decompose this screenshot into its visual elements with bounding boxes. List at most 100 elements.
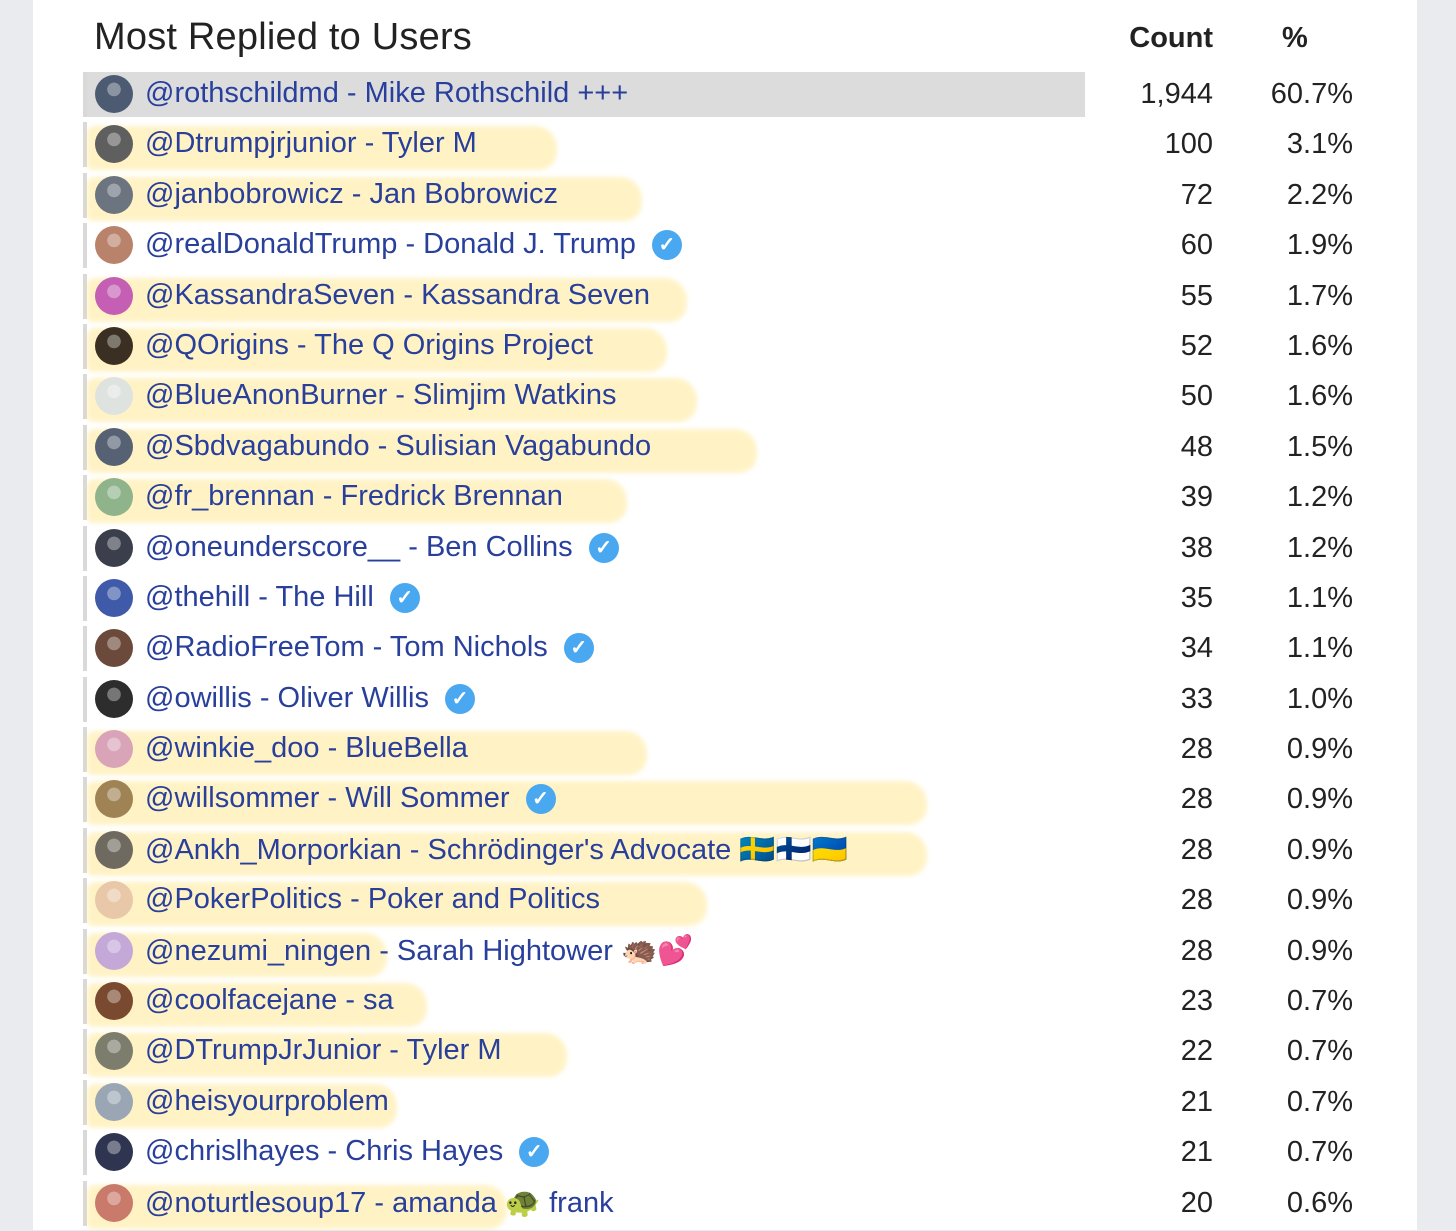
table-row[interactable]: @oneunderscore__ - Ben Collins ✓ 38 1.2%	[33, 525, 1417, 576]
table-row[interactable]: @Dtrumpjrjunior - Tyler M 100 3.1%	[33, 122, 1417, 172]
percent-cell: 1.2%	[1286, 481, 1353, 514]
user-cell[interactable]: @QOrigins - The Q Origins Project	[83, 323, 1085, 372]
user-link[interactable]: @rothschildmd - Mike Rothschild +++	[145, 77, 628, 110]
user-link[interactable]: @winkie_doo - BlueBella	[145, 732, 468, 765]
user-cell[interactable]: @thehill - The Hill ✓	[83, 575, 1085, 621]
avatar-icon[interactable]	[95, 1082, 133, 1121]
user-cell[interactable]: @KassandraSeven - Kassandra Seven	[83, 273, 1085, 322]
avatar-icon[interactable]	[95, 1183, 133, 1222]
user-link[interactable]: @thehill - The Hill ✓	[145, 581, 420, 614]
user-link[interactable]: @Ankh_Morporkian - Schrödinger's Advocat…	[145, 833, 848, 867]
table-row[interactable]: @thehill - The Hill ✓ 35 1.1%	[33, 575, 1417, 626]
avatar-icon[interactable]	[95, 578, 133, 617]
user-link[interactable]: @Sbdvagabundo - Sulisian Vagabundo	[145, 430, 651, 463]
count-cell: 38	[1180, 531, 1213, 564]
user-cell[interactable]: @winkie_doo - BlueBella	[83, 727, 1085, 776]
table-row[interactable]: @QOrigins - The Q Origins Project 52 1.6%	[33, 323, 1417, 374]
user-cell[interactable]: @Sbdvagabundo - Sulisian Vagabundo	[83, 424, 1085, 473]
user-cell[interactable]: @Ankh_Morporkian - Schrödinger's Advocat…	[83, 827, 1085, 876]
user-link[interactable]: @heisyourproblem	[145, 1085, 389, 1118]
count-cell: 55	[1180, 279, 1213, 312]
avatar-icon[interactable]	[95, 931, 133, 970]
user-link[interactable]: @RadioFreeTom - Tom Nichols ✓	[145, 631, 594, 664]
user-link[interactable]: @owillis - Oliver Willis ✓	[145, 682, 475, 715]
user-link[interactable]: @oneunderscore__ - Ben Collins ✓	[145, 531, 619, 564]
avatar-icon[interactable]	[95, 226, 133, 265]
avatar-icon[interactable]	[95, 478, 133, 517]
table-row[interactable]: @Sbdvagabundo - Sulisian Vagabundo 48 1.5%	[33, 424, 1417, 475]
table-row[interactable]: @janbobrowicz - Jan Bobrowicz 72 2.2%	[33, 172, 1417, 223]
avatar-icon[interactable]	[95, 730, 133, 769]
user-link[interactable]: @chrislhayes - Chris Hayes ✓	[145, 1135, 550, 1168]
avatar-icon[interactable]	[95, 1133, 133, 1172]
user-handle-name: @chrislhayes - Chris Hayes	[145, 1135, 504, 1168]
user-cell[interactable]: @RadioFreeTom - Tom Nichols ✓	[83, 626, 1085, 672]
user-handle-name: @oneunderscore__ - Ben Collins	[145, 530, 573, 563]
table-row[interactable]: @Ankh_Morporkian - Schrödinger's Advocat…	[33, 827, 1417, 878]
avatar-icon[interactable]	[95, 629, 133, 668]
table-row[interactable]: @realDonaldTrump - Donald J. Trump ✓ 60 1.9…	[33, 223, 1417, 273]
user-cell[interactable]: @willsommer - Will Sommer ✓	[83, 777, 1085, 826]
user-cell[interactable]: @PokerPolitics - Poker and Politics	[83, 878, 1085, 927]
table-row[interactable]: @DTrumpJrJunior - Tyler M 22 0.7%	[33, 1029, 1417, 1079]
table-row[interactable]: @noturtlesoup17 - amanda 🐢 frank 20 0.6%	[33, 1180, 1417, 1231]
table-row[interactable]: @KassandraSeven - Kassandra Seven 55 1.7%	[33, 273, 1417, 324]
avatar-icon[interactable]	[95, 326, 133, 365]
user-link[interactable]: @nezumi_ningen - Sarah Hightower 🦔💕	[145, 934, 693, 968]
user-link[interactable]: @QOrigins - The Q Origins Project	[145, 329, 593, 362]
user-cell[interactable]: @janbobrowicz - Jan Bobrowicz	[83, 172, 1085, 221]
user-cell[interactable]: @owillis - Oliver Willis ✓	[83, 676, 1085, 722]
user-link[interactable]: @DTrumpJrJunior - Tyler M	[145, 1034, 502, 1067]
user-link[interactable]: @Dtrumpjrjunior - Tyler M	[145, 127, 477, 160]
table-row[interactable]: @rothschildmd - Mike Rothschild +++ 1,944…	[33, 72, 1417, 122]
table-row[interactable]: @BlueAnonBurner - Slimjim Watkins 50 1.6%	[33, 374, 1417, 424]
user-cell[interactable]: @rothschildmd - Mike Rothschild +++	[83, 72, 1085, 117]
avatar-icon[interactable]	[95, 679, 133, 718]
user-cell[interactable]: @heisyourproblem	[83, 1079, 1085, 1128]
count-column-header[interactable]: Count	[1129, 22, 1213, 55]
avatar-icon[interactable]	[95, 175, 133, 214]
avatar-icon[interactable]	[95, 75, 133, 113]
user-link[interactable]: @willsommer - Will Sommer ✓	[145, 782, 556, 815]
table-row[interactable]: @fr_brennan - Fredrick Brennan 39 1.2%	[33, 475, 1417, 525]
user-link[interactable]: @janbobrowicz - Jan Bobrowicz	[145, 178, 558, 211]
avatar-icon[interactable]	[95, 881, 133, 920]
user-link[interactable]: @noturtlesoup17 - amanda 🐢 frank	[145, 1186, 614, 1220]
count-cell: 21	[1180, 1136, 1213, 1169]
user-link[interactable]: @realDonaldTrump - Donald J. Trump ✓	[145, 228, 682, 261]
user-cell[interactable]: @coolfacejane - sa	[83, 979, 1085, 1028]
avatar-icon[interactable]	[95, 982, 133, 1021]
user-link[interactable]: @coolfacejane - sa	[145, 984, 394, 1017]
percent-column-header[interactable]: %	[1282, 22, 1308, 55]
user-cell[interactable]: @BlueAnonBurner - Slimjim Watkins	[83, 374, 1085, 423]
table-row[interactable]: @coolfacejane - sa 23 0.7%	[33, 979, 1417, 1029]
count-cell: 28	[1180, 833, 1213, 866]
user-cell[interactable]: @oneunderscore__ - Ben Collins ✓	[83, 525, 1085, 571]
table-row[interactable]: @winkie_doo - BlueBella 28 0.9%	[33, 727, 1417, 777]
user-cell[interactable]: @nezumi_ningen - Sarah Hightower 🦔💕	[83, 928, 1085, 977]
user-cell[interactable]: @noturtlesoup17 - amanda 🐢 frank	[83, 1180, 1085, 1229]
table-row[interactable]: @owillis - Oliver Willis ✓ 33 1.0%	[33, 676, 1417, 727]
table-row[interactable]: @willsommer - Will Sommer ✓ 28 0.9%	[33, 777, 1417, 827]
table-row[interactable]: @nezumi_ningen - Sarah Hightower 🦔💕 28 0.9…	[33, 928, 1417, 979]
user-cell[interactable]: @DTrumpJrJunior - Tyler M	[83, 1029, 1085, 1078]
user-handle-name: @PokerPolitics - Poker and Politics	[145, 883, 600, 916]
table-row[interactable]: @RadioFreeTom - Tom Nichols ✓ 34 1.1%	[33, 626, 1417, 676]
table-row[interactable]: @heisyourproblem 21 0.7%	[33, 1079, 1417, 1130]
user-link[interactable]: @PokerPolitics - Poker and Politics	[145, 883, 600, 916]
user-cell[interactable]: @fr_brennan - Fredrick Brennan	[83, 475, 1085, 524]
avatar-icon[interactable]	[95, 528, 133, 567]
avatar-icon[interactable]	[95, 830, 133, 869]
user-cell[interactable]: @realDonaldTrump - Donald J. Trump ✓	[83, 223, 1085, 269]
user-link[interactable]: @BlueAnonBurner - Slimjim Watkins	[145, 379, 617, 412]
avatar-icon[interactable]	[95, 276, 133, 315]
table-row[interactable]: @chrislhayes - Chris Hayes ✓ 21 0.7%	[33, 1130, 1417, 1180]
user-cell[interactable]: @chrislhayes - Chris Hayes ✓	[83, 1130, 1085, 1176]
user-link[interactable]: @fr_brennan - Fredrick Brennan	[145, 480, 563, 513]
user-link[interactable]: @KassandraSeven - Kassandra Seven	[145, 279, 650, 312]
avatar-icon[interactable]	[95, 427, 133, 466]
table-row[interactable]: @PokerPolitics - Poker and Politics 28 0.9…	[33, 878, 1417, 928]
user-handle-name: @heisyourproblem	[145, 1084, 389, 1117]
user-handle-name: @BlueAnonBurner - Slimjim Watkins	[145, 379, 617, 412]
user-cell[interactable]: @Dtrumpjrjunior - Tyler M	[83, 122, 1085, 171]
